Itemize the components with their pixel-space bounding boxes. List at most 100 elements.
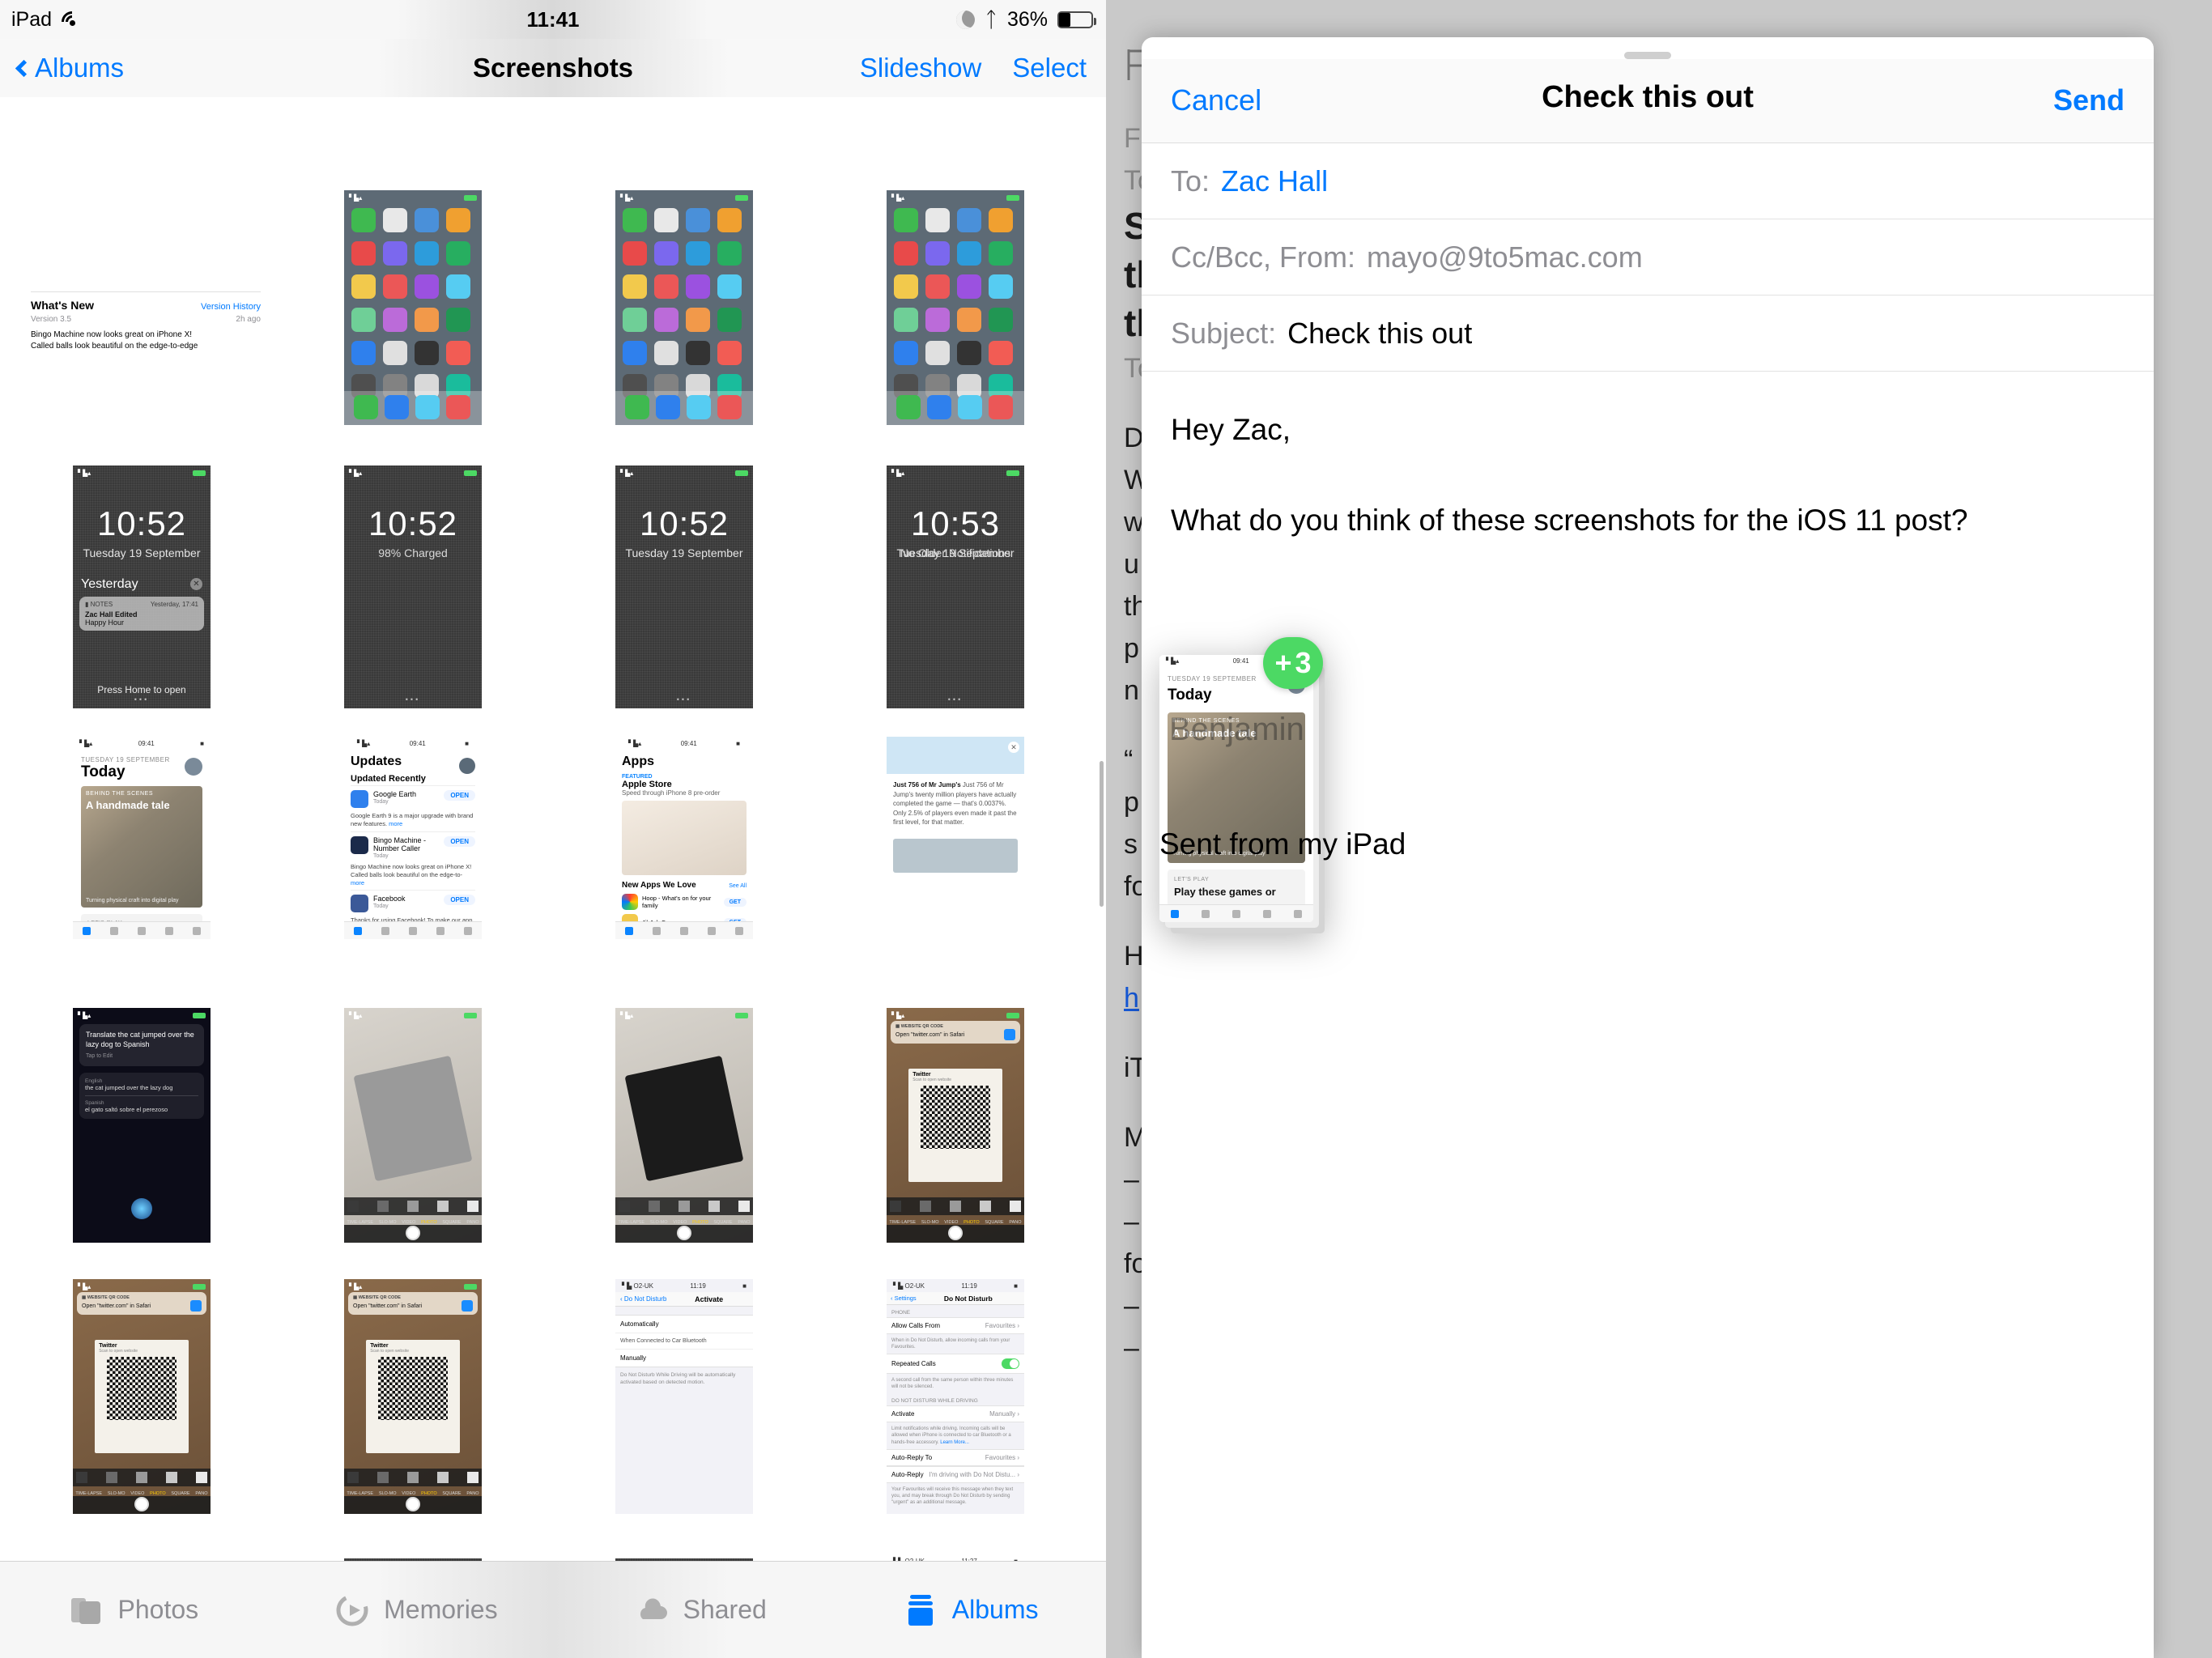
- updates-section: Updated Recently: [351, 774, 426, 784]
- thumbnail-whats-new[interactable]: What's New Version History Version 3.5 2h a…: [24, 283, 267, 401]
- open-button[interactable]: OPEN: [444, 790, 475, 801]
- qr-notification-banner[interactable]: ▦ WEBSITE QR CODE Open "twitter.com" in S…: [77, 1292, 206, 1315]
- lock-time: 10:53: [910, 504, 1001, 542]
- camera-thumbnail: ▘▙▴ Twitter Scan to open website ▦ WEBSITE …: [73, 1279, 211, 1514]
- lock-screen-thumbnail: ▘▙▴ 10:52 98% Charged •••: [344, 466, 482, 708]
- notification-app: ▮ NOTES: [85, 601, 113, 608]
- activate-option-automatically[interactable]: Automatically: [615, 1316, 753, 1333]
- mini-statusbar: ▘▙▴: [73, 1010, 211, 1020]
- send-button[interactable]: Send: [2053, 83, 2125, 117]
- app-update-when: Today: [373, 903, 389, 910]
- today-hero-card[interactable]: BEHIND THE SCENES A handmade tale Turning …: [81, 786, 202, 908]
- activate-row[interactable]: Activate Manually ›: [887, 1405, 1024, 1423]
- shutter-button[interactable]: [406, 1226, 420, 1240]
- thumbnail-lock-screen-no-older[interactable]: ▘▙▴ 10:53 Tuesday 19 September No Older Not…: [887, 466, 1024, 708]
- safari-icon: [1004, 1029, 1015, 1040]
- repeated-calls-row[interactable]: Repeated Calls: [887, 1354, 1024, 1375]
- to-field[interactable]: To: Zac Hall: [1142, 143, 2154, 219]
- thumbnail-home-screen-2[interactable]: ▘▙▴: [615, 190, 753, 425]
- auto-reply-row[interactable]: Auto-Reply I'm driving with Do Not Distu.…: [887, 1465, 1024, 1483]
- thumbnail-siri-translate[interactable]: ▘▙▴ Translate the cat jumped over the laz…: [73, 1008, 211, 1243]
- thumbnail-qr-twitter-1[interactable]: ▘▙▴ Twitter Scan to open website ▦ WEBSITE …: [73, 1279, 211, 1514]
- banner-body: Open "twitter.com" in Safari: [353, 1303, 423, 1309]
- shutter-button[interactable]: [406, 1497, 420, 1511]
- shutter-button[interactable]: [134, 1497, 149, 1511]
- open-button[interactable]: OPEN: [444, 835, 475, 847]
- subject-field[interactable]: Subject: Check this out: [1142, 295, 2154, 372]
- tab-memories[interactable]: Memories: [334, 1592, 498, 1629]
- avatar[interactable]: [185, 758, 202, 776]
- thumbnail-camera-grey-device[interactable]: ▘▙▴ TIME-LAPSE SLO-MO VIDEO PHOTO SQUARE PANO: [344, 1008, 482, 1243]
- settings-note: Limit notifications while driving. Incom…: [891, 1426, 1011, 1445]
- see-all-link[interactable]: See All: [729, 883, 747, 889]
- thumbnail-lock-screen-notifications[interactable]: ▘▙▴ 10:52 Tuesday 19 September Yesterday ✕ ▮ …: [73, 466, 211, 708]
- grid-scrollbar[interactable]: [1100, 761, 1104, 907]
- tab-shared[interactable]: Shared: [633, 1592, 767, 1629]
- app-update-row[interactable]: Facebook Today OPEN: [351, 890, 475, 916]
- tab-albums[interactable]: Albums: [902, 1592, 1038, 1629]
- app-name: Google Earth: [373, 790, 417, 798]
- shutter-button[interactable]: [948, 1226, 963, 1240]
- thumbnail-news-today[interactable]: ▘▙▴ 09:41 ■ TUESDAY 19 SEPTEMBER Today BEHIND…: [73, 737, 211, 939]
- app-update-row[interactable]: Google Earth Today OPEN: [351, 785, 475, 812]
- open-button[interactable]: OPEN: [444, 895, 475, 906]
- settings-back-button[interactable]: ‹ Settings: [891, 1295, 917, 1302]
- mini-statusbar: ▘▙▴: [344, 193, 482, 202]
- mini-statusbar: ▘▙▴: [73, 468, 211, 478]
- mini-statusbar: ▘▙▴: [615, 193, 753, 202]
- thumbnail-app-store-updates[interactable]: ▘▙▴ 09:41 ■ Updates Updated Recently Google E…: [344, 737, 482, 939]
- thumbnail-dnd-activate-settings[interactable]: ▘▙ O2-UK 11:19 ■ ‹ Do Not Disturb Activate Au…: [615, 1279, 753, 1514]
- activate-option-car-bluetooth[interactable]: When Connected to Car Bluetooth: [615, 1333, 753, 1350]
- shutter-button[interactable]: [677, 1226, 691, 1240]
- sheet-grabber[interactable]: [1624, 52, 1671, 59]
- clear-notifications-button[interactable]: ✕: [190, 578, 202, 590]
- thumbnail-lock-screen-plain[interactable]: ▘▙▴ 10:52 Tuesday 19 September •••: [615, 466, 753, 708]
- thumbnail-app-store-apps[interactable]: ▘▙▴ 09:41 ■ Apps FEATURED Apple Store Speed th…: [615, 737, 753, 939]
- thumbnail-lock-screen-charged[interactable]: ▘▙▴ 10:52 98% Charged •••: [344, 466, 482, 708]
- mini-statusbar: ▘▙▴: [615, 1010, 753, 1020]
- thumbnail-new-message[interactable]: ▘▙ O2-UK11:27■New MessageCancelTo:: [887, 1554, 1024, 1561]
- row-value: Favourites ›: [985, 1453, 1019, 1461]
- get-button[interactable]: GET: [723, 897, 747, 907]
- mini-tabbar: [344, 921, 482, 939]
- screenshots-grid[interactable]: What's New Version History Version 3.5 2h a…: [0, 97, 1106, 1561]
- auto-reply-to-row[interactable]: Auto-Reply To Favourites ›: [887, 1448, 1024, 1466]
- to-field-label: To:: [1171, 164, 1210, 198]
- thumbnail-camera-qr-wood[interactable]: ▘▙▴ Twitter Scan to open website ▦ WEBSITE …: [887, 1008, 1024, 1243]
- thumbnail-camera-dark-device[interactable]: ▘▙▴ TIME-LAPSE SLO-MO VIDEO PHOTO SQUARE PANO: [615, 1008, 753, 1243]
- app-update-row[interactable]: Bingo Machine - Number Caller Today OPEN: [351, 831, 475, 864]
- select-button[interactable]: Select: [1012, 53, 1087, 83]
- slideshow-button[interactable]: Slideshow: [860, 53, 981, 83]
- repeated-calls-toggle[interactable]: [1002, 1358, 1019, 1370]
- thumbnail-dnd-settings[interactable]: ▘▙ O2-UK 11:19 ■ ‹ Settings Do Not Disturb PH…: [887, 1279, 1024, 1514]
- dragged-photos-stack[interactable]: + 3 ▘▙▴ 09:41 ■: [1159, 637, 1325, 933]
- learn-more-link[interactable]: Learn More...: [940, 1440, 969, 1445]
- tab-photos[interactable]: Photos: [68, 1592, 198, 1629]
- qr-notification-banner[interactable]: ▦ WEBSITE QR CODE Open "twitter.com" in S…: [891, 1021, 1020, 1044]
- avatar[interactable]: [459, 758, 475, 774]
- close-icon[interactable]: ✕: [1008, 742, 1019, 753]
- qr-notification-banner[interactable]: ▦ WEBSITE QR CODE Open "twitter.com" in S…: [348, 1292, 478, 1315]
- more-link[interactable]: more: [351, 879, 364, 886]
- qr-card-sub: Scan to open website: [370, 1349, 409, 1354]
- activate-option-manually[interactable]: Manually: [615, 1350, 753, 1367]
- thumbnail-news-article[interactable]: ✕ Just 756 of Mr Jump's Just 756 of Mr Ju…: [887, 737, 1024, 939]
- allow-calls-from-row[interactable]: Allow Calls From Favourites ›: [887, 1317, 1024, 1334]
- status-bar-right: ᛏ 36%: [956, 8, 1096, 32]
- drag-count-badge: + 3: [1263, 637, 1323, 689]
- drag-stack: ▘▙▴ 09:41 ■ TUESDAY 19 SEPTEMBER Today B…: [1159, 655, 1325, 933]
- version-history-link[interactable]: Version History: [201, 302, 261, 312]
- thumbnail-qr-twitter-2[interactable]: ▘▙▴ Twitter Scan to open website ▦ WEBSITE …: [344, 1279, 482, 1514]
- camera-controls: [73, 1496, 211, 1514]
- thumbnail-home-screen-3[interactable]: ▘▙▴: [887, 190, 1024, 425]
- apps-hero-image[interactable]: [622, 801, 747, 875]
- notification-bubble[interactable]: ▮ NOTES Yesterday, 17:41 Zac Hall Edited Ha…: [79, 597, 204, 631]
- compose-body[interactable]: Hey Zac, What do you think of these scre…: [1142, 372, 2154, 933]
- more-link[interactable]: more: [389, 820, 402, 827]
- settings-back-button[interactable]: ‹ Do Not Disturb: [620, 1295, 666, 1303]
- thumbnail-home-screen-1[interactable]: ▘▙▴: [344, 190, 482, 425]
- answer-translation: el gato saltó sobre el perezoso: [85, 1105, 168, 1113]
- siri-hint[interactable]: Tap to Edit: [86, 1052, 198, 1060]
- cc-bcc-from-field[interactable]: Cc/Bcc, From: mayo@9to5mac.com: [1142, 219, 2154, 295]
- app-row[interactable]: Hoop - What's on for your family GET: [622, 894, 747, 910]
